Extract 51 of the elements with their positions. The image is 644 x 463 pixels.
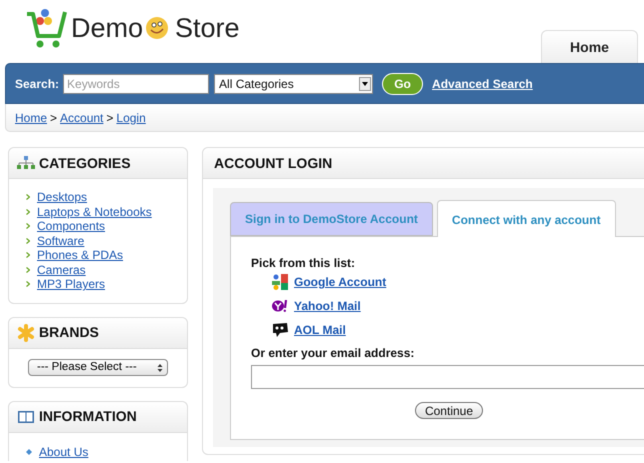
login-tab[interactable]: Connect with any account: [436, 200, 616, 237]
category-link[interactable]: Desktops: [37, 190, 88, 204]
breadcrumb-link[interactable]: Account: [60, 108, 104, 126]
book-icon: [17, 410, 35, 424]
sitemap-icon: [17, 156, 35, 170]
category-link[interactable]: Software: [37, 234, 84, 248]
diamond-icon: [26, 448, 32, 454]
box-title: INFORMATION: [39, 407, 137, 426]
provider-link[interactable]: Google Account: [294, 273, 386, 291]
logo-text: Store: [175, 14, 240, 42]
chevron-icon: [26, 238, 30, 244]
search-field[interactable]: Keywords: [63, 74, 210, 94]
cart-logo-icon: [25, 6, 69, 50]
category-link[interactable]: Components: [37, 219, 106, 234]
provider-link[interactable]: Yahoo! Mail: [294, 297, 361, 315]
email-field[interactable]: [251, 365, 644, 389]
category-link[interactable]: Phones & PDAs: [37, 248, 124, 262]
circle-icon: [272, 300, 288, 312]
category-link[interactable]: Laptops & Notebooks: [37, 204, 152, 219]
squares-icon: [272, 274, 288, 290]
chevron-icon: [26, 194, 30, 200]
home-tab[interactable]: Home: [541, 30, 638, 63]
continue-button[interactable]: Continue: [414, 402, 484, 419]
search-label: Search:: [15, 76, 60, 92]
box-title: BRANDS: [39, 323, 99, 342]
category-link[interactable]: MP3 Players: [37, 277, 106, 292]
speech-bubble-icon: [272, 322, 288, 338]
chevron-icon: [26, 266, 30, 273]
chevron-icon: [26, 208, 30, 215]
provider-link[interactable]: AOL Mail: [294, 321, 346, 339]
breadcrumb-link[interactable]: Home: [15, 108, 48, 126]
stepper-icon: [157, 362, 163, 372]
asterisk-icon: [17, 324, 35, 342]
smiley-icon: [145, 16, 170, 40]
breadcrumb-link[interactable]: Login: [116, 108, 146, 126]
logo-text: Demo: [71, 14, 144, 42]
category-dropdown[interactable]: All Categories: [214, 74, 374, 94]
chevron-icon: [26, 252, 30, 258]
email-label: Or enter your email address:: [251, 345, 414, 362]
box-title: CATEGORIES: [39, 154, 131, 172]
caret-icon: [359, 76, 372, 90]
category-link[interactable]: Cameras: [37, 262, 86, 277]
brand-dropdown[interactable]: --- Please Select ---: [28, 359, 168, 376]
panel-title: ACCOUNT LOGIN: [214, 154, 332, 172]
breadcrumb-separator: >: [106, 110, 114, 126]
advanced-search-link[interactable]: Advanced Search: [432, 74, 533, 92]
breadcrumb-separator: >: [50, 110, 58, 126]
information-link[interactable]: About Us: [39, 442, 88, 460]
pick-label: Pick from this list:: [251, 255, 356, 272]
chevron-icon: [26, 281, 30, 288]
chevron-icon: [26, 223, 30, 230]
